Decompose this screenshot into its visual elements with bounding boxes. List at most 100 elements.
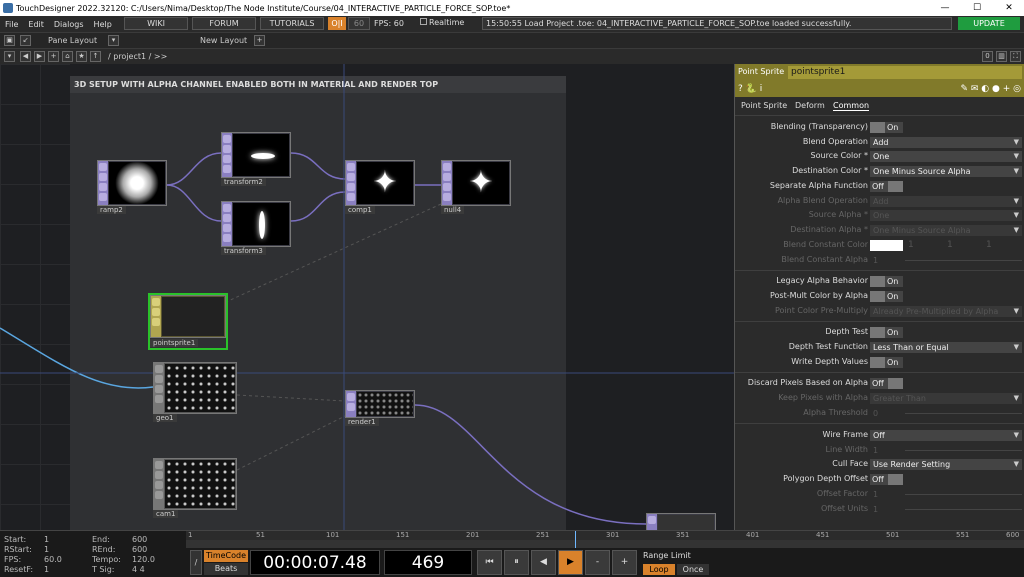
once-button[interactable]: Once — [677, 564, 709, 575]
maximize-pane-icon[interactable]: ⛶ — [1010, 51, 1021, 62]
pause-button[interactable]: ⏸ — [504, 550, 529, 575]
discard-toggle[interactable]: Off — [870, 378, 903, 389]
op-name-field[interactable]: pointsprite1 — [788, 66, 1022, 79]
blend-color-g[interactable]: 1 — [908, 240, 914, 250]
network-editor[interactable]: 3D SETUP WITH ALPHA CHANNEL ENABLED BOTH… — [0, 64, 734, 530]
forward-icon[interactable]: ▶ — [34, 51, 45, 62]
source-color-select[interactable]: One — [870, 151, 1022, 162]
menu-help[interactable]: Help — [89, 20, 117, 29]
node-transform2[interactable]: transform2 — [221, 132, 291, 186]
param-tool-icons[interactable]: ✎ ✉ ◐ ● + ◎ — [961, 81, 1022, 97]
realtime-checkbox[interactable] — [420, 18, 427, 25]
maximize-button[interactable]: ☐ — [962, 0, 992, 16]
blend-const-alpha-value[interactable]: 1 — [870, 255, 910, 266]
timeline-track[interactable] — [186, 531, 1024, 548]
forum-button[interactable]: FORUM — [192, 17, 256, 30]
step-back-button[interactable]: - — [585, 550, 610, 575]
tutorials-button[interactable]: TUTORIALS — [260, 17, 324, 30]
pane-layout-menu[interactable]: ▾ — [108, 35, 119, 46]
timeline-settings-icon[interactable]: / — [190, 550, 202, 575]
pane-number[interactable]: 0 — [982, 51, 993, 62]
rewind-button[interactable]: ⏮ — [477, 550, 502, 575]
node-cam1[interactable]: cam1 — [153, 458, 237, 518]
timecode-display[interactable]: 00:00:07.48 — [250, 550, 380, 575]
node-transform3[interactable]: transform3 — [221, 201, 291, 255]
close-button[interactable]: ✕ — [994, 0, 1024, 16]
node-transform2-label[interactable]: transform2 — [221, 178, 266, 186]
menu-dialogs[interactable]: Dialogs — [49, 20, 89, 29]
blend-color-b[interactable]: 1 — [947, 240, 953, 250]
dest-alpha-select[interactable]: One Minus Source Alpha — [870, 225, 1022, 236]
rend-value[interactable]: 600 — [132, 545, 147, 554]
node-comp1-label[interactable]: comp1 — [345, 206, 375, 214]
blend-color-a[interactable]: 1 — [986, 240, 992, 250]
postmult-toggle[interactable]: On — [870, 291, 903, 302]
node-partial-1[interactable] — [646, 513, 716, 530]
offset-units-value[interactable]: 1 — [870, 504, 910, 515]
tsig-value[interactable]: 4 4 — [132, 565, 145, 574]
bookmark-icon[interactable]: ★ — [76, 51, 87, 62]
pane-icon-1[interactable]: ▣ — [4, 35, 15, 46]
node-cam1-label[interactable]: cam1 — [153, 510, 179, 518]
blend-color-swatch[interactable] — [870, 240, 903, 251]
new-layout-label[interactable]: New Layout — [200, 36, 247, 45]
blend-const-alpha-slider[interactable] — [905, 260, 1022, 261]
source-alpha-select[interactable]: One — [870, 210, 1022, 221]
node-geo1[interactable]: geo1 — [153, 362, 237, 422]
minimize-button[interactable]: — — [930, 0, 960, 16]
tab-point-sprite[interactable]: Point Sprite — [741, 101, 787, 110]
offset-factor-slider[interactable] — [905, 494, 1022, 495]
fps-target[interactable]: 60 — [348, 17, 370, 30]
rstart-value[interactable]: 1 — [44, 545, 49, 554]
depth-test-toggle[interactable]: On — [870, 327, 903, 338]
point-color-premult-select[interactable]: Already Pre-Multiplied by Alpha — [870, 306, 1022, 317]
node-null4-label[interactable]: null4 — [441, 206, 465, 214]
wiki-button[interactable]: WIKI — [124, 17, 188, 30]
node-pointsprite1-label[interactable]: pointsprite1 — [150, 339, 199, 347]
play-backward-button[interactable]: ◀ — [531, 550, 556, 575]
start-value[interactable]: 1 — [44, 535, 49, 544]
node-transform3-label[interactable]: transform3 — [221, 247, 266, 255]
pane-icon-2[interactable]: ↙ — [20, 35, 31, 46]
oi-button[interactable]: O|I — [328, 17, 346, 30]
up-icon[interactable]: ↑ — [90, 51, 101, 62]
poly-offset-toggle[interactable]: Off — [870, 474, 903, 485]
add-icon[interactable]: + — [48, 51, 59, 62]
end-value[interactable]: 600 — [132, 535, 147, 544]
offset-factor-value[interactable]: 1 — [870, 489, 910, 500]
tab-deform[interactable]: Deform — [795, 101, 825, 110]
play-forward-button[interactable]: ▶ — [558, 550, 583, 575]
keep-pixels-select[interactable]: Greater Than — [870, 393, 1022, 404]
split-pane-icon[interactable]: ▥ — [996, 51, 1007, 62]
line-width-value[interactable]: 1 — [870, 445, 910, 456]
path-breadcrumb[interactable]: / project1 / >> — [108, 52, 167, 61]
node-null4[interactable]: ✦ null4 — [441, 160, 511, 214]
tab-common[interactable]: Common — [833, 101, 870, 111]
wireframe-select[interactable]: Off — [870, 430, 1022, 441]
blend-op-select[interactable]: Add — [870, 137, 1022, 148]
back-icon[interactable]: ◀ — [20, 51, 31, 62]
node-geo1-label[interactable]: geo1 — [153, 414, 177, 422]
beats-button[interactable]: Beats — [204, 563, 248, 575]
menu-file[interactable]: File — [0, 20, 23, 29]
node-render1-label[interactable]: render1 — [345, 418, 379, 426]
frame-ruler[interactable]: 1 51 101 151 201 251 301 351 401 451 501… — [186, 531, 1024, 540]
node-render1[interactable]: render1 — [345, 390, 415, 426]
playhead[interactable] — [575, 531, 576, 548]
node-comp1[interactable]: ✦ comp1 — [345, 160, 415, 214]
new-layout-button[interactable]: + — [254, 35, 265, 46]
blending-toggle[interactable]: On — [870, 122, 903, 133]
step-forward-button[interactable]: + — [612, 550, 637, 575]
offset-units-slider[interactable] — [905, 509, 1022, 510]
sep-alpha-toggle[interactable]: Off — [870, 181, 903, 192]
timeline-fps-value[interactable]: 60.0 — [44, 555, 62, 564]
write-depth-toggle[interactable]: On — [870, 357, 903, 368]
tempo-value[interactable]: 120.0 — [132, 555, 155, 564]
cull-face-select[interactable]: Use Render Setting — [870, 459, 1022, 470]
resetf-value[interactable]: 1 — [44, 565, 49, 574]
alpha-threshold-value[interactable]: 0 — [870, 408, 910, 419]
line-width-slider[interactable] — [905, 450, 1022, 451]
depth-func-select[interactable]: Less Than or Equal — [870, 342, 1022, 353]
timecode-button[interactable]: TimeCode — [204, 550, 248, 562]
alpha-threshold-slider[interactable] — [905, 413, 1022, 414]
